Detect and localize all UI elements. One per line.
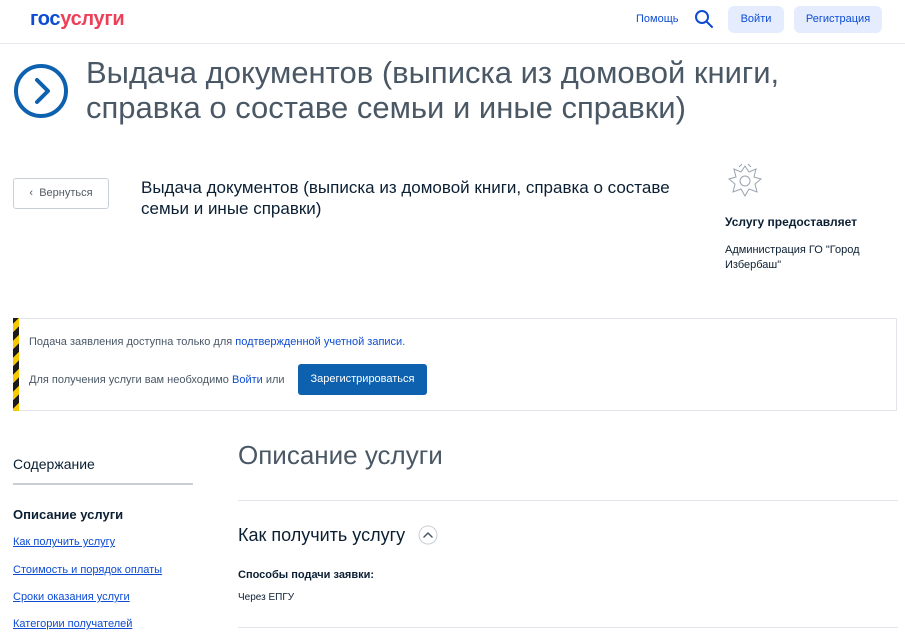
service-title: Выдача документов (выписка из домовой кн… <box>141 178 670 218</box>
toc-link-terms[interactable]: Сроки оказания услуги <box>13 590 130 604</box>
toc-title: Содержание <box>13 456 95 472</box>
submission-methods-label: Способы подачи заявки: <box>238 569 375 581</box>
notice-login-link[interactable]: Войти <box>232 374 263 386</box>
submission-methods-value: Через ЕПГУ <box>238 592 295 603</box>
provider-value: Администрация ГО "Город Избербаш" <box>725 244 860 271</box>
toc-divider <box>13 483 193 485</box>
login-button[interactable]: Войти <box>728 6 784 33</box>
notice-line-account: Подача заявления доступна только для под… <box>29 336 406 348</box>
toc-item-active[interactable]: Описание услуги <box>13 507 123 523</box>
divider <box>238 500 898 501</box>
chevron-left-icon: ‹ <box>29 187 40 199</box>
confirmed-account-link[interactable]: подтвержденной учетной записи <box>235 336 402 348</box>
arrow-circle-icon <box>14 64 68 118</box>
provider-label: Услугу предоставляет <box>725 215 858 229</box>
register-button[interactable]: Регистрация <box>794 6 882 33</box>
how-to-get-heading[interactable]: Как получить услугу <box>238 524 405 546</box>
gosuslugi-logo[interactable]: госуслуги <box>30 8 125 30</box>
chevron-up-icon[interactable] <box>418 525 438 545</box>
page-title: Выдача документов (выписка из домовой кн… <box>86 55 780 125</box>
toc-link-cost[interactable]: Стоимость и порядок оплаты <box>13 563 162 577</box>
toc-link-recipients[interactable]: Категории получателей <box>13 617 132 631</box>
search-icon[interactable] <box>694 9 714 29</box>
divider <box>238 627 898 628</box>
notice-line-login: Для получения услуги вам необходимо Войт… <box>29 374 285 386</box>
toc-link-how-to-get[interactable]: Как получить услугу <box>13 535 115 549</box>
section-title: Описание услуги <box>238 440 443 470</box>
top-header: госуслуги Помощь Войти Регистрация <box>0 0 905 44</box>
register-now-button[interactable]: Зарегистрироваться <box>298 364 427 395</box>
back-button[interactable]: ‹ Вернуться <box>13 178 109 209</box>
coat-of-arms-icon <box>727 163 763 198</box>
warning-stripe <box>13 318 19 411</box>
help-link[interactable]: Помощь <box>636 12 679 26</box>
auth-notice: Подача заявления доступна только для под… <box>13 318 897 411</box>
